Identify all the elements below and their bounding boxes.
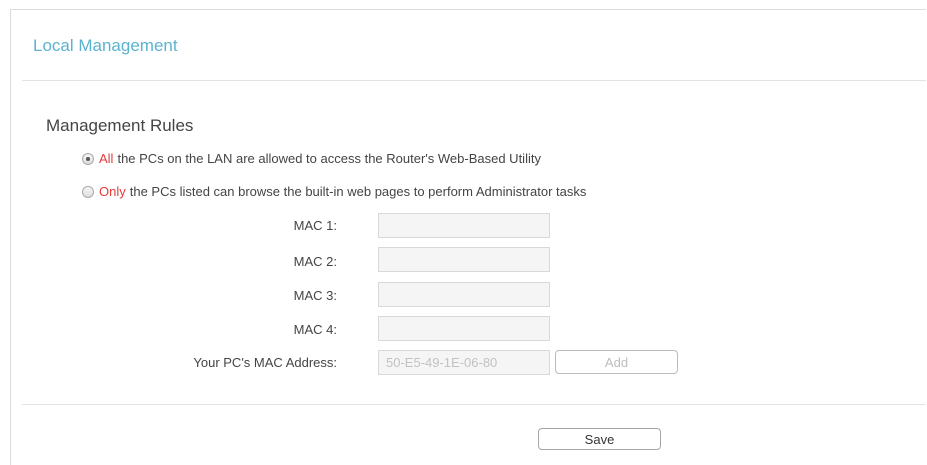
add-button[interactable]: Add xyxy=(555,350,678,374)
mac-1-input[interactable] xyxy=(378,213,550,238)
mac-3-input[interactable] xyxy=(378,282,550,307)
radio-button-all-pcs[interactable] xyxy=(82,153,94,165)
your-pc-mac-input xyxy=(378,350,550,375)
mac-4-label: MAC 4: xyxy=(293,322,337,337)
radio-button-only-listed-pcs[interactable] xyxy=(82,186,94,198)
mac-2-input[interactable] xyxy=(378,247,550,272)
mac-2-label: MAC 2: xyxy=(293,254,337,269)
option-text-all: the PCs on the LAN are allowed to access… xyxy=(117,151,541,166)
option-highlight-all: All xyxy=(99,151,114,166)
mac-4-input[interactable] xyxy=(378,316,550,341)
save-button[interactable]: Save xyxy=(538,428,661,450)
panel-title: Local Management xyxy=(33,36,178,55)
option-highlight-only: Only xyxy=(99,184,126,199)
title-divider xyxy=(22,80,926,81)
your-pc-mac-label: Your PC's MAC Address: xyxy=(193,355,337,370)
mac-1-label: MAC 1: xyxy=(293,218,337,233)
mac-3-label: MAC 3: xyxy=(293,288,337,303)
radio-option-all-pcs[interactable]: All the PCs on the LAN are allowed to ac… xyxy=(82,151,541,167)
footer-divider xyxy=(22,404,926,405)
section-title-management-rules: Management Rules xyxy=(46,116,194,135)
option-text-only: the PCs listed can browse the built-in w… xyxy=(129,184,587,199)
radio-option-only-listed-pcs[interactable]: Only the PCs listed can browse the built… xyxy=(82,184,586,200)
